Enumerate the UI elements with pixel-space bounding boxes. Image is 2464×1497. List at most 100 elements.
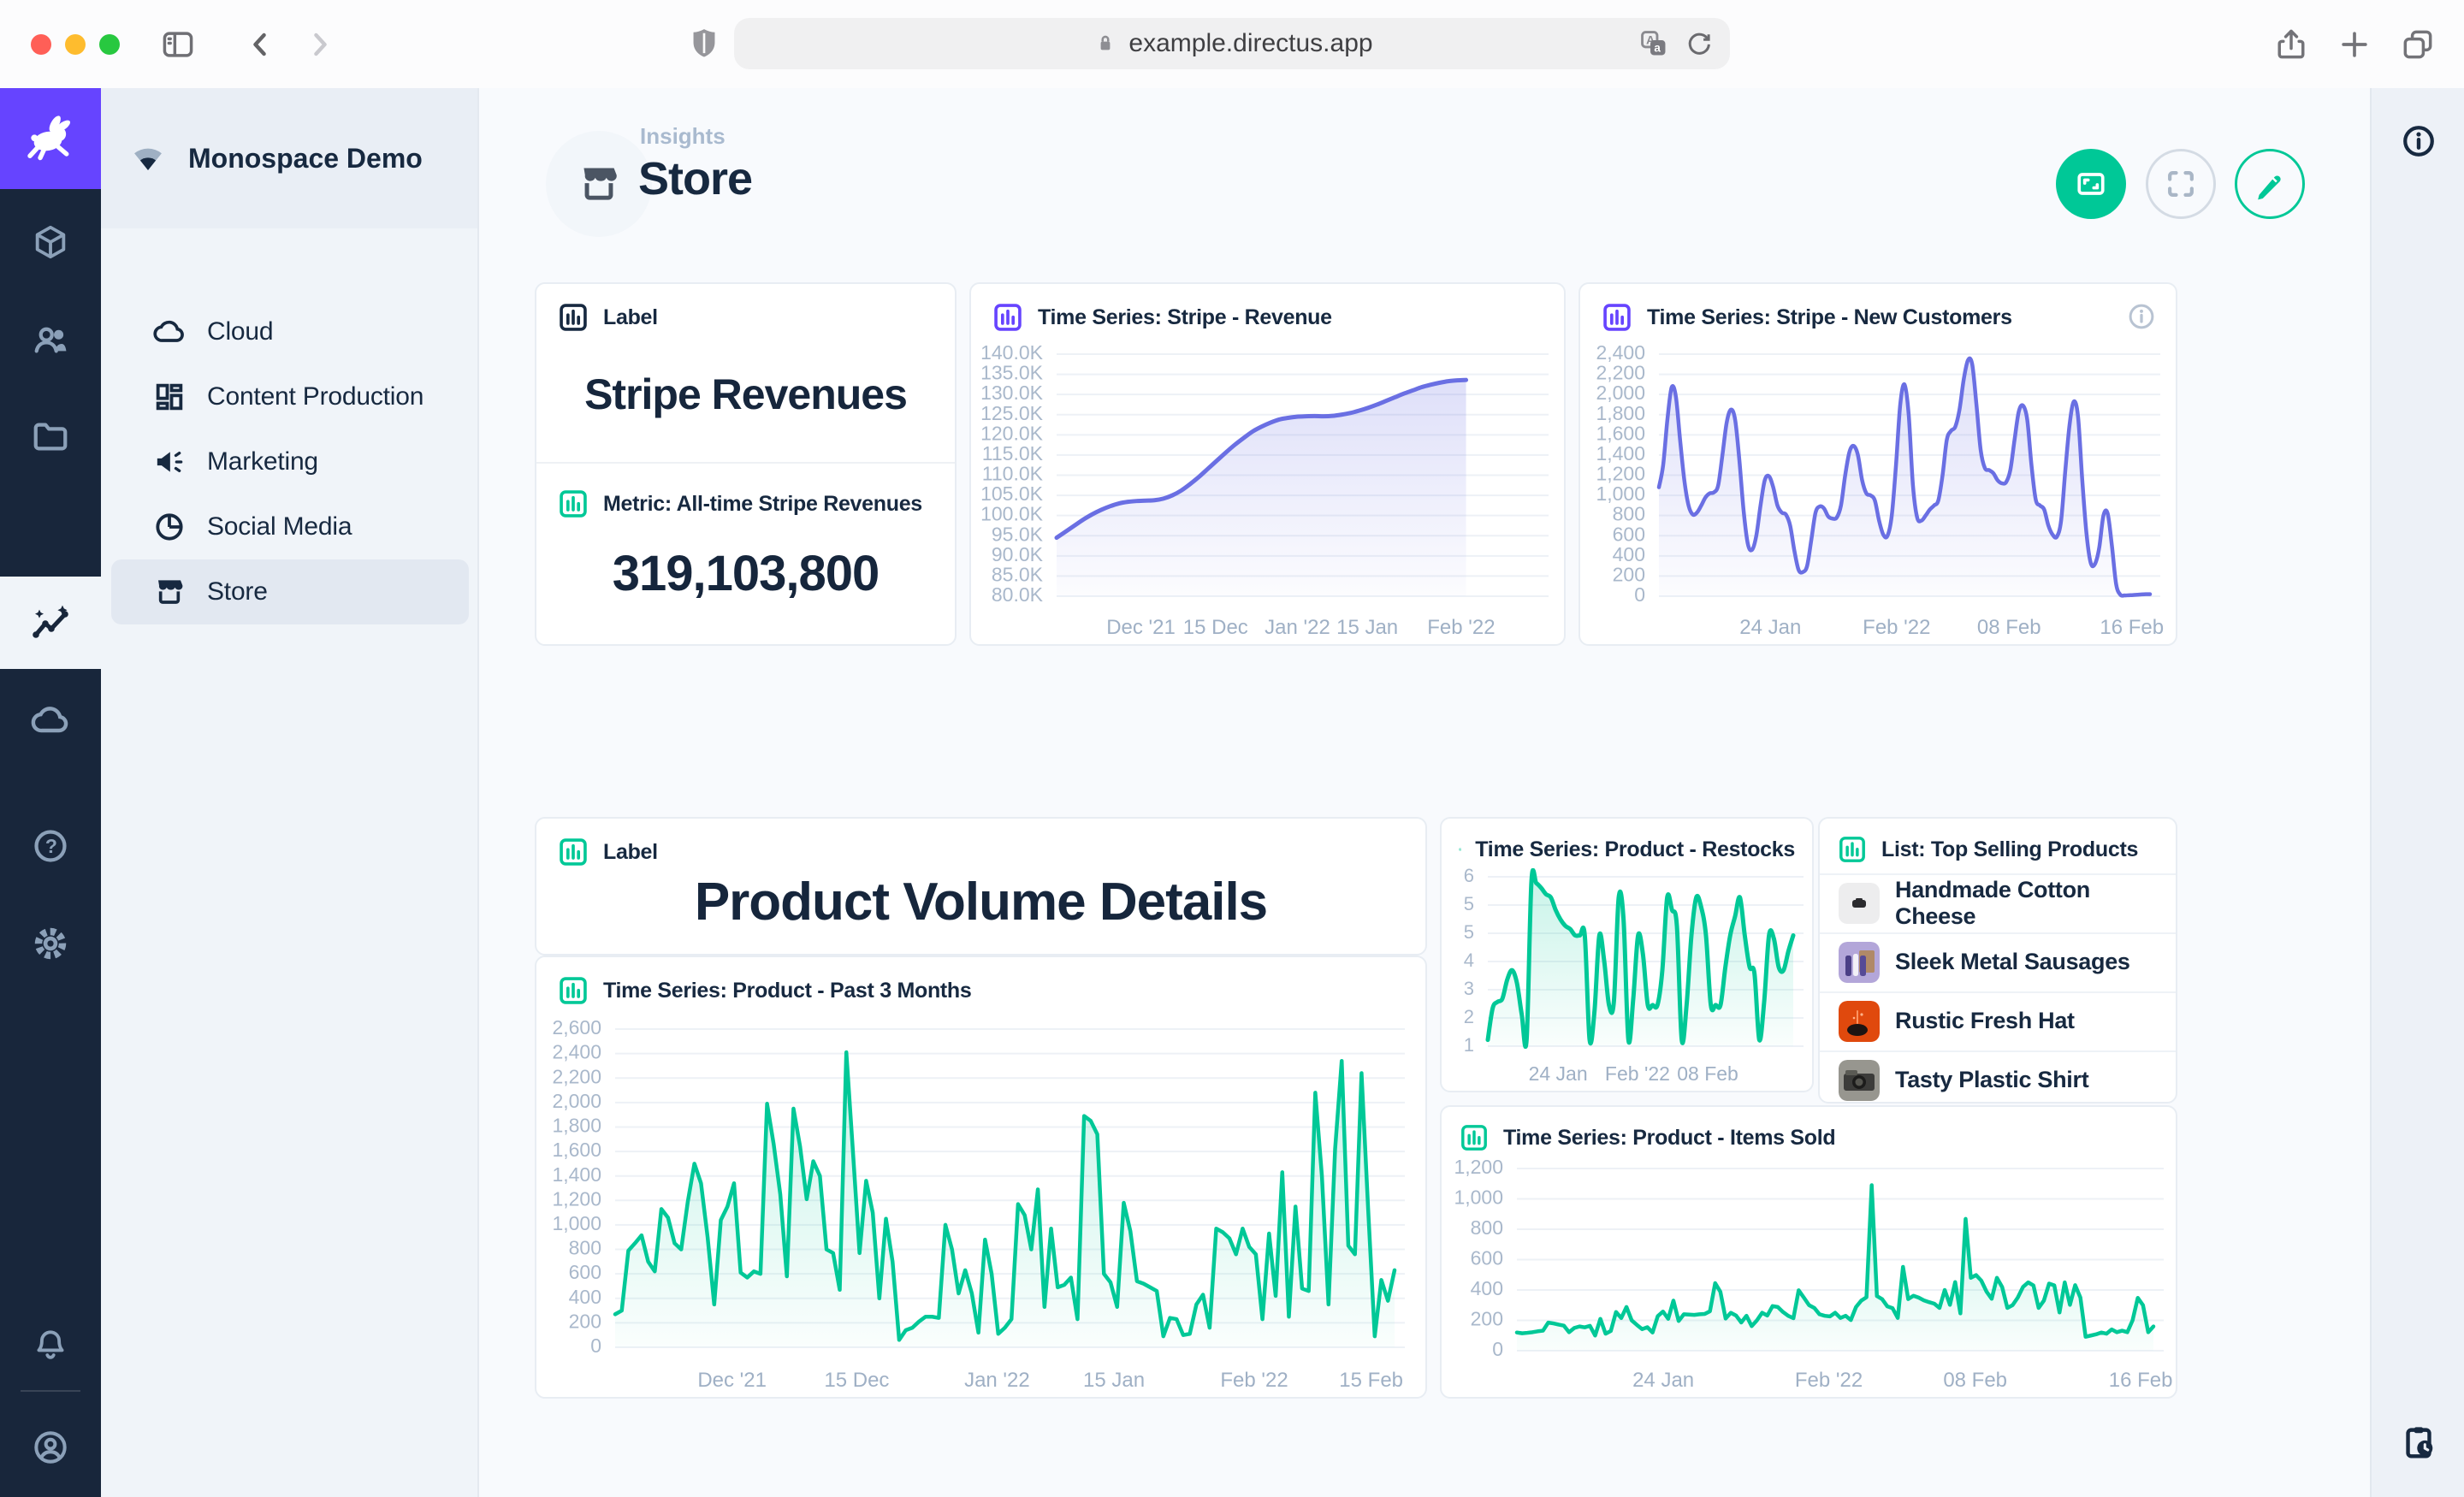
fullscreen-button[interactable] — [2146, 149, 2216, 219]
sidebar-toggle-icon[interactable] — [159, 26, 197, 63]
list-item[interactable]: Tasty Plastic Shirt — [1820, 1050, 2176, 1108]
panel-title: List: Top Selling Products — [1881, 837, 2138, 862]
panel-header: List: Top Selling Products — [1820, 819, 2176, 875]
shield-icon[interactable] — [684, 24, 724, 63]
svg-text:200: 200 — [569, 1310, 601, 1332]
navigation-sidebar: Monospace Demo Cloud Content Production … — [101, 88, 479, 1497]
right-sidebar — [2370, 88, 2464, 1497]
user-circle-icon — [31, 1428, 70, 1467]
svg-text:400: 400 — [569, 1286, 601, 1308]
module-settings[interactable] — [0, 897, 101, 990]
project-name: Monospace Demo — [188, 143, 423, 175]
svg-text:4: 4 — [1464, 950, 1474, 971]
page-title: Store — [638, 152, 752, 205]
project-switcher[interactable]: Monospace Demo — [101, 88, 477, 228]
share-icon[interactable] — [2272, 26, 2310, 63]
panel-title: Time Series: Product - Past 3 Months — [603, 979, 972, 1003]
browser-toolbar: example.directus.app Aa — [0, 0, 2464, 90]
svg-text:2,200: 2,200 — [552, 1065, 601, 1087]
svg-text:800: 800 — [1613, 503, 1645, 525]
panel-title: Time Series: Product - Restocks — [1475, 837, 1795, 862]
zoom-window-button[interactable] — [99, 34, 120, 55]
module-files[interactable] — [0, 391, 101, 483]
info-sidebar-button[interactable] — [2400, 122, 2437, 160]
chart-panel-icon — [557, 974, 589, 1007]
address-bar[interactable]: example.directus.app Aa — [734, 18, 1730, 69]
svg-text:5: 5 — [1464, 921, 1474, 943]
module-cloud[interactable] — [0, 674, 101, 766]
svg-text:85.0K: 85.0K — [992, 563, 1044, 585]
svg-text:Jan '22: Jan '22 — [1265, 616, 1330, 639]
directus-logo[interactable] — [0, 88, 101, 189]
module-content[interactable] — [0, 196, 101, 288]
breadcrumb[interactable]: Insights — [640, 123, 726, 150]
account-button[interactable] — [0, 1401, 101, 1494]
svg-text:95.0K: 95.0K — [992, 523, 1044, 545]
svg-text:24 Jan: 24 Jan — [1739, 616, 1801, 639]
storefront-icon — [576, 161, 622, 207]
product-thumbnail — [1839, 942, 1880, 983]
chart-panel-icon — [992, 301, 1024, 334]
panel-top-selling-products: List: Top Selling Products Handmade Cott… — [1818, 817, 2177, 1104]
module-insights[interactable] — [0, 577, 101, 669]
translate-icon[interactable]: Aa — [1638, 27, 1670, 60]
svg-text:Feb '22: Feb '22 — [1605, 1062, 1670, 1085]
list-item[interactable]: Sleek Metal Sausages — [1820, 932, 2176, 990]
forward-button[interactable] — [301, 26, 339, 63]
module-users[interactable] — [0, 293, 101, 386]
svg-text:a: a — [1654, 42, 1661, 55]
lock-icon — [1091, 29, 1120, 58]
activity-log-button[interactable] — [2399, 1423, 2438, 1462]
pie-chart-icon — [152, 510, 187, 544]
svg-text:1,000: 1,000 — [1596, 482, 1645, 505]
module-help[interactable]: ? — [0, 800, 101, 892]
svg-text:2,600: 2,600 — [552, 1016, 601, 1038]
sidebar-item-label: Marketing — [207, 447, 318, 476]
svg-text:1,200: 1,200 — [1454, 1157, 1503, 1178]
svg-text:16 Feb: 16 Feb — [2100, 616, 2164, 639]
svg-text:115.0K: 115.0K — [982, 442, 1044, 464]
sidebar-item-cloud[interactable]: Cloud — [111, 299, 469, 364]
svg-text:1,000: 1,000 — [1454, 1186, 1503, 1209]
svg-text:80.0K: 80.0K — [992, 583, 1044, 606]
minimize-window-button[interactable] — [65, 34, 86, 55]
notifications-button[interactable] — [0, 1299, 101, 1391]
chart-panel-icon — [557, 301, 589, 334]
label-text: Stripe Revenues — [536, 370, 955, 419]
sidebar-item-marketing[interactable]: Marketing — [111, 429, 469, 494]
tab-overview-icon[interactable] — [2399, 26, 2437, 63]
chart-panel-icon — [1459, 834, 1461, 865]
back-button[interactable] — [241, 26, 279, 63]
panel-header: Time Series: Product - Items Sold — [1442, 1107, 2176, 1162]
sidebar-item-label: Store — [207, 577, 268, 606]
sidebar-item-social-media[interactable]: Social Media — [111, 494, 469, 559]
panel-header: Metric: All-time Stripe Revenues — [536, 470, 943, 532]
past-3-months-chart: 2,6002,4002,2002,0001,8001,6001,4001,200… — [536, 1014, 1425, 1397]
sidebar-item-content-production[interactable]: Content Production — [111, 364, 469, 429]
sidebar-item-store[interactable]: Store — [111, 559, 469, 624]
panel-stripe-revenue: Time Series: Stripe - Revenue 140.0K135.… — [969, 282, 1566, 646]
svg-text:Dec '21: Dec '21 — [1106, 616, 1176, 639]
new-customers-chart: 2,4002,2002,0001,8001,6001,4001,2001,000… — [1580, 340, 2176, 644]
svg-text:800: 800 — [569, 1237, 601, 1259]
list-item[interactable]: Rustic Fresh Hat — [1820, 991, 2176, 1049]
list-item[interactable]: Handmade Cotton Cheese — [1820, 873, 2176, 931]
svg-text:Feb '22: Feb '22 — [1795, 1369, 1863, 1392]
people-icon — [31, 320, 70, 359]
reload-icon[interactable] — [1684, 28, 1715, 59]
zoom-to-fit-button[interactable] — [2056, 149, 2126, 219]
panel-info-icon[interactable] — [2126, 301, 2157, 332]
edit-dashboard-button[interactable] — [2235, 149, 2305, 219]
svg-text:200: 200 — [1613, 563, 1645, 585]
chart-panel-icon — [1601, 301, 1633, 334]
new-tab-icon[interactable] — [2336, 26, 2373, 63]
close-window-button[interactable] — [31, 34, 51, 55]
svg-text:100.0K: 100.0K — [980, 503, 1044, 525]
module-bar-divider — [21, 1390, 80, 1392]
megaphone-icon — [152, 445, 187, 479]
panel-header: Label — [536, 284, 955, 346]
fullscreen-icon — [2162, 165, 2200, 203]
svg-text:5: 5 — [1464, 893, 1474, 914]
svg-text:15 Jan: 15 Jan — [1083, 1369, 1145, 1392]
svg-text:120.0K: 120.0K — [980, 422, 1044, 444]
